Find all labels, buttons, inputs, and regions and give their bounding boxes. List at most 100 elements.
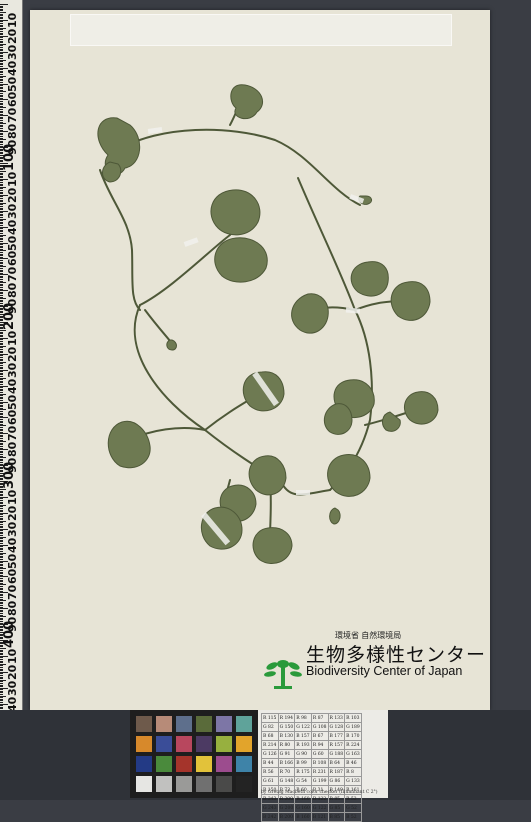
tree-logo-mark-icon xyxy=(264,660,302,689)
table-cell: G 52 xyxy=(344,803,362,813)
institution-logo: 環境省 自然環境局 生物多様性センター Biodiversity Center … xyxy=(262,630,490,696)
table-row: B 68 B 130 B 157 B 67 B 177 B 170 xyxy=(261,731,362,741)
table-cell: R 187 xyxy=(327,767,346,777)
table-cell: B 200 xyxy=(277,812,296,822)
color-swatch xyxy=(196,756,212,772)
table-cell: G 199 xyxy=(310,776,329,786)
table-cell: B 160 xyxy=(294,812,312,822)
table-row: R 115 R 194 R 98 R 87 R 133 R 103 xyxy=(261,713,362,723)
table-cell: R 52 xyxy=(344,794,362,804)
table-cell: B 121 xyxy=(310,812,329,822)
table-cell: R 175 xyxy=(294,767,312,777)
table-cell: G 61 xyxy=(261,776,279,786)
table-cell: G 128 xyxy=(327,722,346,732)
table-row: R 214 R 80 R 193 R 94 R 157 R 224 xyxy=(261,740,362,750)
table-cell: R 98 xyxy=(294,713,312,723)
table-cell: G 163 xyxy=(344,749,362,759)
color-values-table: R 115 R 194 R 98 R 87 R 133 R 103 G 82 G 150 G 1… xyxy=(261,713,362,822)
table-cell: G 91 xyxy=(277,749,296,759)
table-cell: R 122 xyxy=(310,794,329,804)
color-swatch xyxy=(176,716,192,732)
table-cell: G 243 xyxy=(261,803,279,813)
color-swatch xyxy=(236,776,252,792)
table-cell: B 85 xyxy=(327,812,346,822)
color-reference-card: R 115 R 194 R 98 R 87 R 133 R 103 G 82 G 150 G 1… xyxy=(258,710,388,822)
color-swatch xyxy=(216,736,232,752)
table-cell: B 242 xyxy=(261,812,279,822)
color-swatch xyxy=(196,716,212,732)
table-cell: R 194 xyxy=(277,713,296,723)
color-swatch xyxy=(136,776,152,792)
table-cell: B 46 xyxy=(344,758,362,768)
table-cell: R 103 xyxy=(344,713,362,723)
table-cell: R 243 xyxy=(261,794,279,804)
color-swatch xyxy=(176,756,192,772)
table-cell: G 122 xyxy=(294,722,312,732)
table-cell: R 115 xyxy=(261,713,279,723)
table-cell: R 56 xyxy=(261,767,279,777)
table-cell: G 108 xyxy=(310,722,329,732)
table-cell: R 87 xyxy=(310,713,329,723)
plant-specimen-image xyxy=(97,84,439,564)
color-swatch xyxy=(176,736,192,752)
table-cell: G 82 xyxy=(261,722,279,732)
table-cell: B 108 xyxy=(310,758,329,768)
color-swatch xyxy=(156,716,172,732)
table-row: G 243 G 200 G 160 G 122 G 85 G 52 xyxy=(261,803,362,813)
table-cell: B 157 xyxy=(294,731,312,741)
table-cell: B 64 xyxy=(327,758,346,768)
table-cell: R 160 xyxy=(294,794,312,804)
color-swatch xyxy=(216,776,232,792)
table-cell: G 60 xyxy=(310,749,329,759)
table-cell: B 67 xyxy=(310,731,329,741)
table-cell: B 99 xyxy=(294,758,312,768)
color-swatch xyxy=(156,756,172,772)
table-row: G 126 G 91 G 90 G 60 G 188 G 163 xyxy=(261,749,362,759)
table-cell: G 85 xyxy=(327,803,346,813)
color-swatch xyxy=(156,776,172,792)
color-swatch xyxy=(216,756,232,772)
table-cell: G 126 xyxy=(261,749,279,759)
plant-leaves xyxy=(97,84,439,564)
table-cell: B 170 xyxy=(344,731,362,741)
table-cell: B 68 xyxy=(261,731,279,741)
table-cell: R 214 xyxy=(261,740,279,750)
table-cell: B 44 xyxy=(261,758,279,768)
table-cell: R 94 xyxy=(310,740,329,750)
table-cell: G 150 xyxy=(277,722,296,732)
color-swatch xyxy=(196,736,212,752)
color-swatch xyxy=(196,776,212,792)
color-swatch xyxy=(236,736,252,752)
table-cell: R 70 xyxy=(277,767,296,777)
table-cell: R 193 xyxy=(294,740,312,750)
table-cell: B 52 xyxy=(344,812,362,822)
table-row: B 44 B 166 B 99 B 108 B 64 B 46 xyxy=(261,758,362,768)
table-cell: G 54 xyxy=(294,776,312,786)
table-cell: G 189 xyxy=(344,722,362,732)
center-name-japanese: 生物多様性センター xyxy=(306,645,487,666)
table-cell: B 177 xyxy=(327,731,346,741)
color-swatch xyxy=(136,736,152,752)
table-row: G 82 G 150 G 122 G 108 G 128 G 189 xyxy=(261,722,362,732)
table-cell: R 200 xyxy=(277,794,296,804)
table-cell: R 80 xyxy=(277,740,296,750)
color-swatch xyxy=(136,756,152,772)
color-swatch xyxy=(136,716,152,732)
color-swatch xyxy=(156,736,172,752)
color-swatch xyxy=(216,716,232,732)
table-cell: B 130 xyxy=(277,731,296,741)
table-cell: G 160 xyxy=(294,803,312,813)
table-cell: B 166 xyxy=(277,758,296,768)
table-cell: G 133 xyxy=(344,776,362,786)
table-cell: G 90 xyxy=(294,749,312,759)
table-cell: R 231 xyxy=(310,767,329,777)
color-swatch xyxy=(236,756,252,772)
table-cell: G 122 xyxy=(310,803,329,813)
table-cell: G 148 xyxy=(277,776,296,786)
center-name-english: Biodiversity Center of Japan xyxy=(306,664,463,678)
table-cell: G 86 xyxy=(327,776,346,786)
table-cell: R 157 xyxy=(327,740,346,750)
table-cell: G 200 xyxy=(277,803,296,813)
color-swatch xyxy=(176,776,192,792)
table-row: B 242 B 200 B 160 B 121 B 85 B 52 xyxy=(261,812,362,822)
